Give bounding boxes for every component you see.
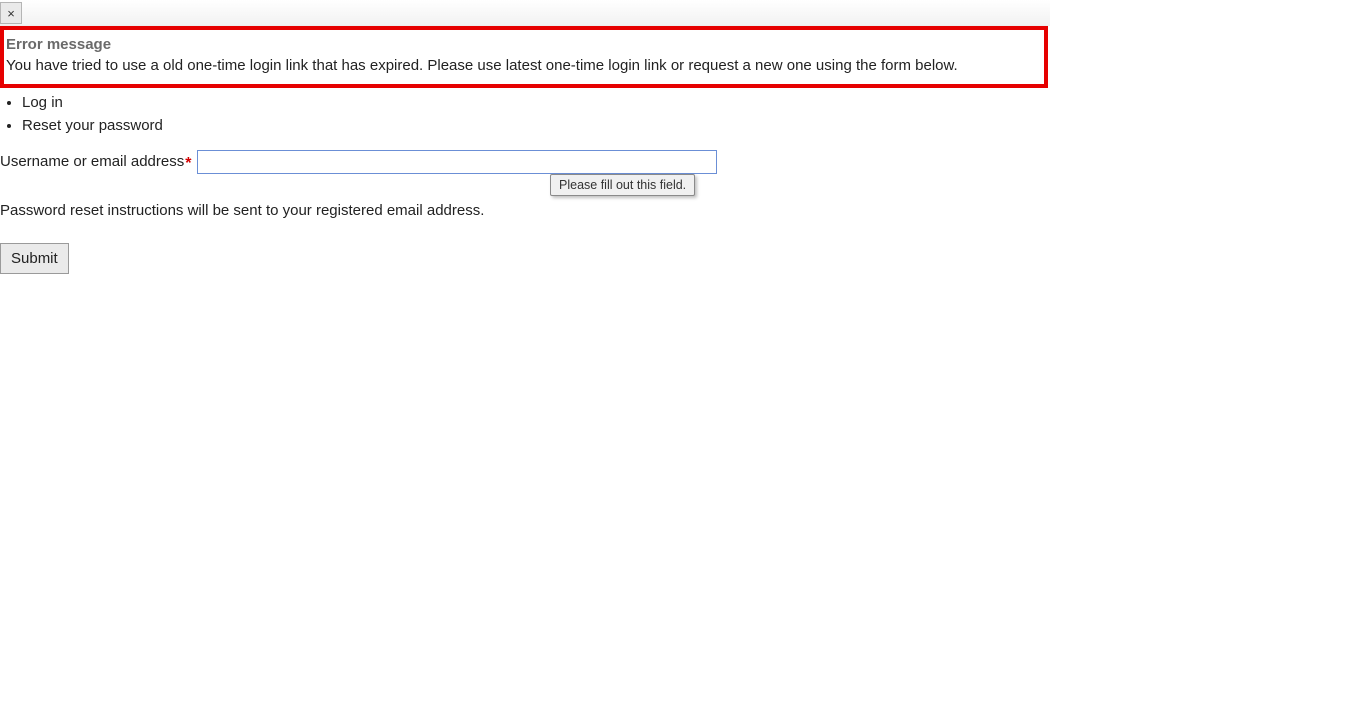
username-row: Username or email address* Please fill o… [0,150,1372,174]
top-bar: × [0,0,1050,26]
close-button[interactable]: × [0,2,22,24]
required-asterisk-icon: * [185,155,191,173]
error-message-box: Error message You have tried to use a ol… [0,26,1048,88]
auth-nav-list: Log in Reset your password [0,92,1372,136]
nav-item-label: Log in [22,94,63,111]
nav-item-label: Reset your password [22,117,163,134]
username-label: Username or email address [0,153,184,170]
username-input[interactable] [197,150,717,174]
submit-button[interactable]: Submit [0,243,69,274]
error-title: Error message [6,36,1042,54]
nav-item-reset-password[interactable]: Reset your password [22,115,1372,136]
error-body: You have tried to use a old one-time log… [6,56,1042,76]
validation-tooltip: Please fill out this field. [550,174,695,196]
nav-item-login[interactable]: Log in [22,92,1372,113]
help-text: Password reset instructions will be sent… [0,202,1372,219]
